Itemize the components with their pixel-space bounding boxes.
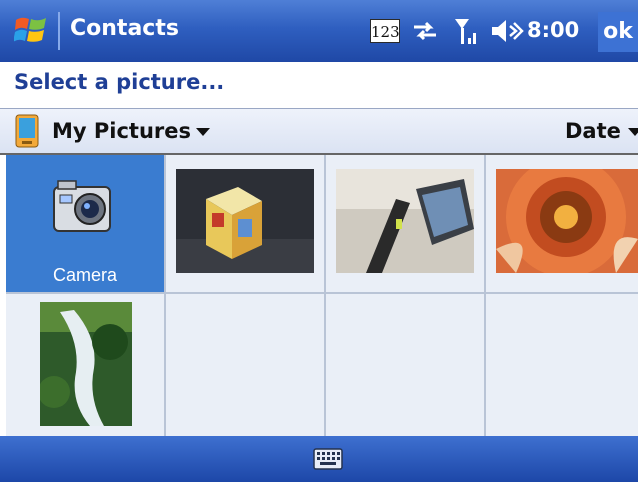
picture-grid: Camera [6,155,638,436]
keyboard-icon[interactable] [313,448,343,470]
clock-time[interactable]: 8:00 [527,18,579,42]
camera-label: Camera [52,265,118,285]
volume-icon[interactable] [490,18,524,44]
sync-icon[interactable] [410,19,440,43]
pda-device-image [336,169,474,273]
folder-bar: My Pictures Date [0,109,638,155]
empty-grid-cell [166,294,324,436]
title-bar: Contacts 123 8:00 ok [0,0,638,62]
camera-tile[interactable]: Camera [6,155,164,292]
camera-icon [53,180,111,232]
folder-device-icon [15,114,39,148]
ok-button[interactable]: ok [598,12,638,52]
title-separator [58,12,60,50]
instruction-text: Select a picture... [14,70,225,94]
folder-dropdown[interactable]: My Pictures [52,119,191,143]
empty-grid-cell [486,294,638,436]
flower-closeup-image [496,169,638,273]
waterfall-image [40,302,132,426]
signal-icon[interactable] [452,16,482,46]
boxed-product-image [176,169,314,273]
chevron-down-icon[interactable] [628,127,638,137]
app-title: Contacts [70,16,179,41]
sort-dropdown[interactable]: Date [565,119,621,143]
picture-thumbnail[interactable] [6,294,164,436]
picture-thumbnail[interactable] [486,155,638,292]
picture-thumbnail[interactable] [326,155,484,292]
picture-thumbnail[interactable] [166,155,324,292]
windows-start-icon[interactable] [14,14,48,46]
input-mode-indicator[interactable]: 123 [370,19,400,43]
softkey-bar [0,436,638,482]
empty-grid-cell [326,294,484,436]
chevron-down-icon[interactable] [196,127,210,137]
